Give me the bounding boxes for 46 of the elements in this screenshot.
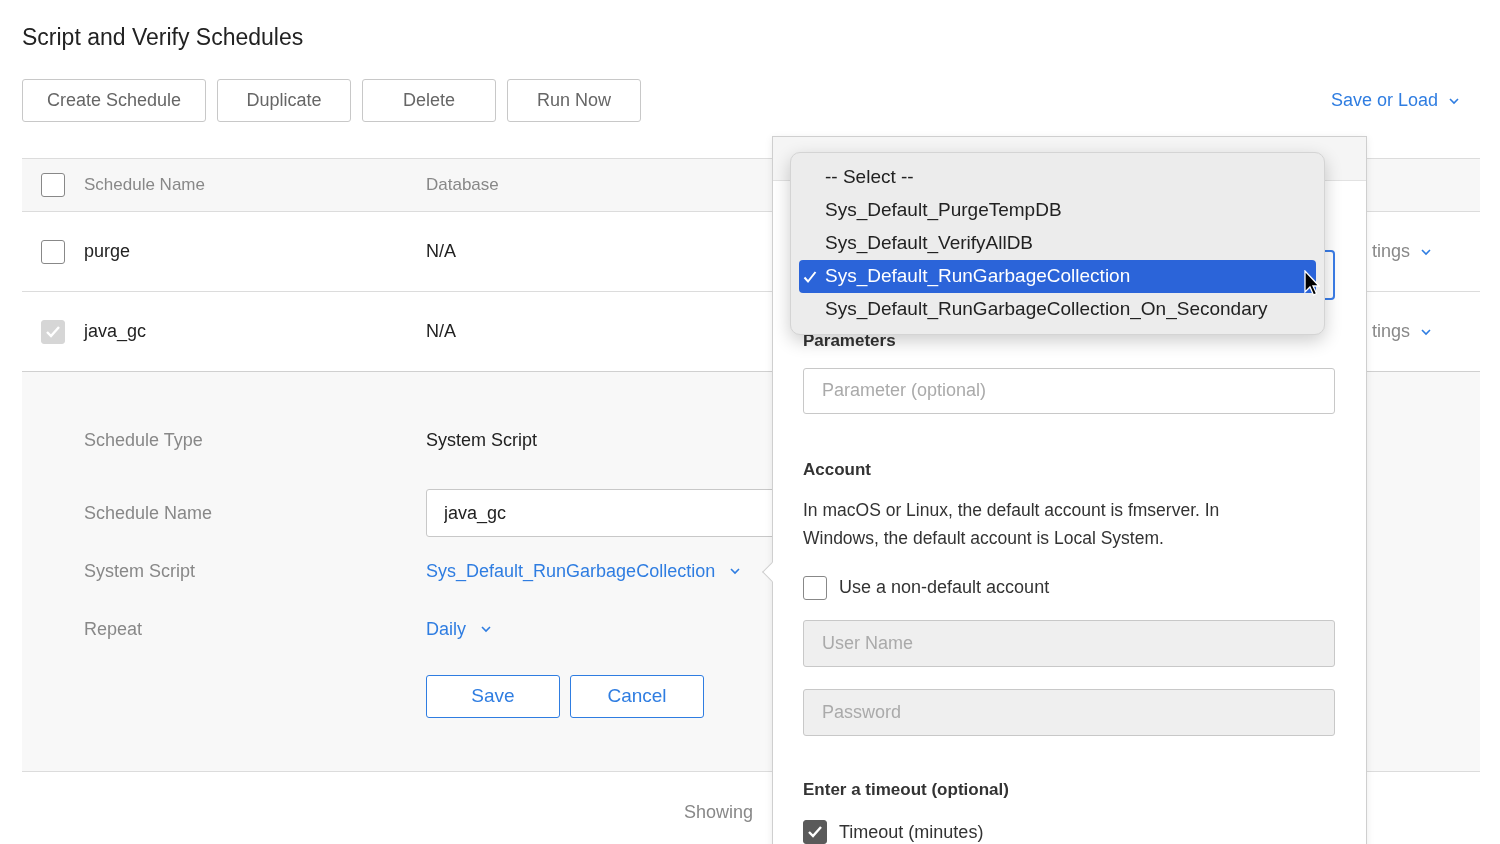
page-title: Script and Verify Schedules [22,23,304,52]
checkbox[interactable] [803,575,827,600]
cursor-icon [1304,270,1320,298]
section-label: Account [803,458,872,481]
input-field[interactable]: Parameter (optional) [803,367,1335,414]
pagination-text: Showing [684,800,754,824]
table-cell-text: N/A [426,240,456,263]
checkbox[interactable] [803,820,827,844]
save-or-load-menu[interactable]: Save or Load [1330,87,1460,114]
field-label: Schedule Name [84,501,214,525]
checkbox-label: Use a non-default account [839,576,1050,599]
checkmark-icon [803,269,817,284]
checkbox[interactable] [41,173,65,197]
column-header: Database [426,174,499,197]
field-value: System Script [426,428,538,452]
menu-item[interactable]: Sys_Default_RunGarbageCollection [799,260,1316,293]
settings-menu[interactable]: tings [1371,238,1432,265]
chevron-icon [1448,96,1460,105]
chevron-icon [729,567,742,575]
form-button[interactable]: Save [426,675,560,718]
table-cell-text: N/A [426,320,456,343]
column-header: Schedule Name [84,174,206,197]
field-label: Schedule Type [84,428,204,452]
checkmark-icon [807,825,823,839]
menu-item[interactable]: Sys_Default_RunGarbageCollection_On_Secondary [799,293,1316,326]
toolbar-button[interactable]: Duplicate [217,79,351,122]
toolbar-button[interactable]: Delete [362,79,496,122]
dropdown-link[interactable]: Sys_Default_RunGarbageCollection [426,557,742,585]
section-label: Parameters [803,330,897,352]
dropdown-link[interactable]: Daily [426,615,492,643]
checkbox-label: Timeout (minutes) [839,820,984,844]
chevron-icon [480,625,492,633]
toolbar-button[interactable]: Run Now [507,79,641,122]
chevron-icon [1420,327,1432,336]
toolbar-button[interactable]: Create Schedule [22,79,206,122]
menu-item[interactable]: -- Select -- [799,161,1316,194]
section-label: Enter a timeout (optional) [803,779,1010,801]
form-button[interactable]: Cancel [570,675,704,718]
field-label: System Script [84,559,197,583]
menu-item[interactable]: Sys_Default_VerifyAllDB [799,227,1316,260]
table-cell-text: java_gc [84,320,148,344]
chevron-icon [1420,247,1432,256]
checkbox[interactable] [41,239,65,264]
checkmark-icon [45,324,61,339]
table-cell-text: purge [84,240,132,263]
field-label: Repeat [84,617,144,641]
